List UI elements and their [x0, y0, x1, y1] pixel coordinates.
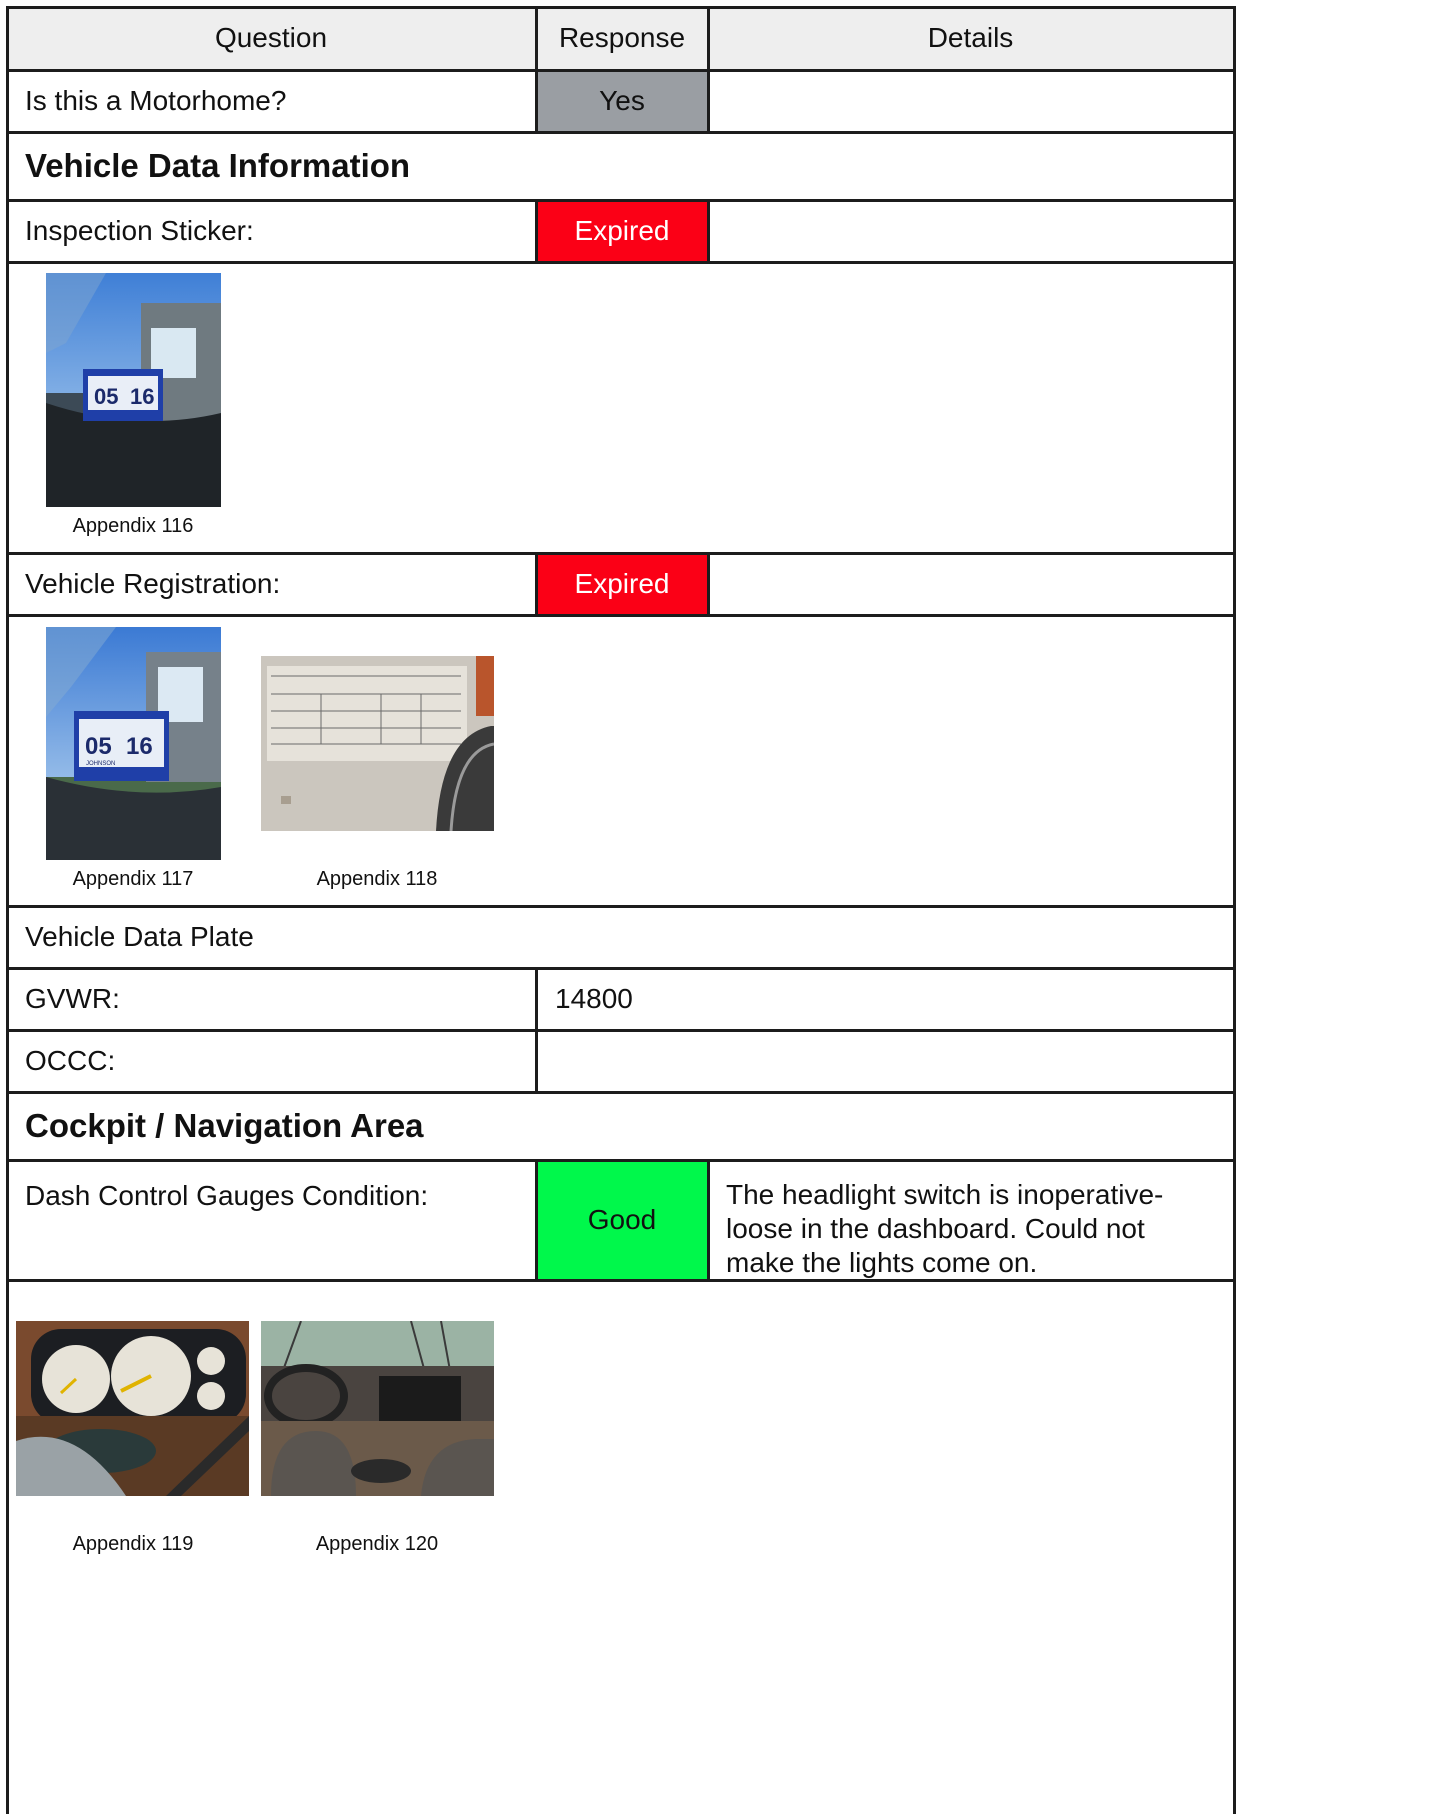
column-divider [535, 6, 538, 132]
value-gvwr: 14800 [555, 983, 633, 1014]
question-motorhome: Is this a Motorhome? [25, 85, 287, 116]
column-divider [535, 968, 538, 1092]
appendix-117-caption: Appendix 117 [72, 868, 194, 890]
column-divider [707, 1160, 710, 1280]
row-divider [6, 552, 1236, 555]
column-divider [535, 553, 538, 615]
row-divider [6, 69, 1236, 72]
sticker-month-text: 05 [94, 384, 118, 409]
registration-owner-text: JOHNSON [86, 761, 115, 767]
table-border [6, 6, 9, 1814]
row-divider [6, 131, 1236, 134]
column-divider [707, 553, 710, 615]
appendix-117-photo: 05 16 JOHNSON [46, 627, 221, 860]
row-divider [6, 1159, 1236, 1162]
column-divider [535, 1160, 538, 1280]
section-title-cockpit: Cockpit / Navigation Area [25, 1107, 424, 1144]
subsection-title-data-plate: Vehicle Data Plate [25, 921, 254, 952]
row-divider [6, 1091, 1236, 1094]
appendix-116-caption: Appendix 116 [72, 515, 194, 537]
column-header-details: Details [708, 6, 1233, 70]
table-border [6, 6, 1236, 9]
row-divider [6, 905, 1236, 908]
appendix-120-caption: Appendix 120 [315, 1533, 439, 1555]
sticker-year-text: 16 [130, 384, 154, 409]
row-divider [6, 1029, 1236, 1032]
registration-year-text: 16 [126, 733, 153, 760]
appendix-119-caption: Appendix 119 [72, 1533, 194, 1555]
response-motorhome: Yes [536, 70, 708, 132]
row-divider [6, 199, 1236, 202]
question-occc: OCCC: [25, 1045, 116, 1076]
details-motorhome [708, 70, 1233, 132]
appendix-118-caption: Appendix 118 [316, 868, 438, 890]
row-divider [6, 261, 1236, 264]
appendix-118-photo [261, 656, 494, 831]
section-title-vehicle-data: Vehicle Data Information [25, 147, 411, 184]
question-vehicle-registration: Vehicle Registration: [25, 568, 281, 599]
column-divider [707, 6, 710, 132]
column-header-question: Question [6, 6, 536, 70]
appendix-119-photo [16, 1321, 249, 1496]
column-header-response: Response [536, 6, 708, 70]
details-dash-gauges: The headlight switch is inoperative- loo… [726, 1179, 1164, 1278]
value-occc [536, 1030, 1233, 1092]
column-divider [707, 200, 710, 262]
column-divider [535, 200, 538, 262]
appendix-116-photo: 05 16 [46, 273, 221, 507]
question-dash-gauges: Dash Control Gauges Condition: [25, 1180, 429, 1211]
row-divider [6, 1279, 1236, 1282]
registration-month-text: 05 [85, 733, 112, 760]
row-divider [6, 967, 1236, 970]
response-dash-gauges: Good [536, 1160, 708, 1280]
row-divider [6, 614, 1236, 617]
details-vehicle-registration [708, 553, 1233, 615]
table-border [1233, 6, 1236, 1814]
response-vehicle-registration: Expired [536, 553, 708, 615]
question-gvwr: GVWR: [25, 983, 120, 1014]
question-inspection-sticker: Inspection Sticker: [25, 215, 254, 246]
inspection-table: Question Response Details Is this a Moto… [6, 6, 1433, 1814]
response-inspection-sticker: Expired [536, 200, 708, 262]
details-inspection-sticker [708, 200, 1233, 262]
appendix-120-photo [261, 1321, 494, 1496]
